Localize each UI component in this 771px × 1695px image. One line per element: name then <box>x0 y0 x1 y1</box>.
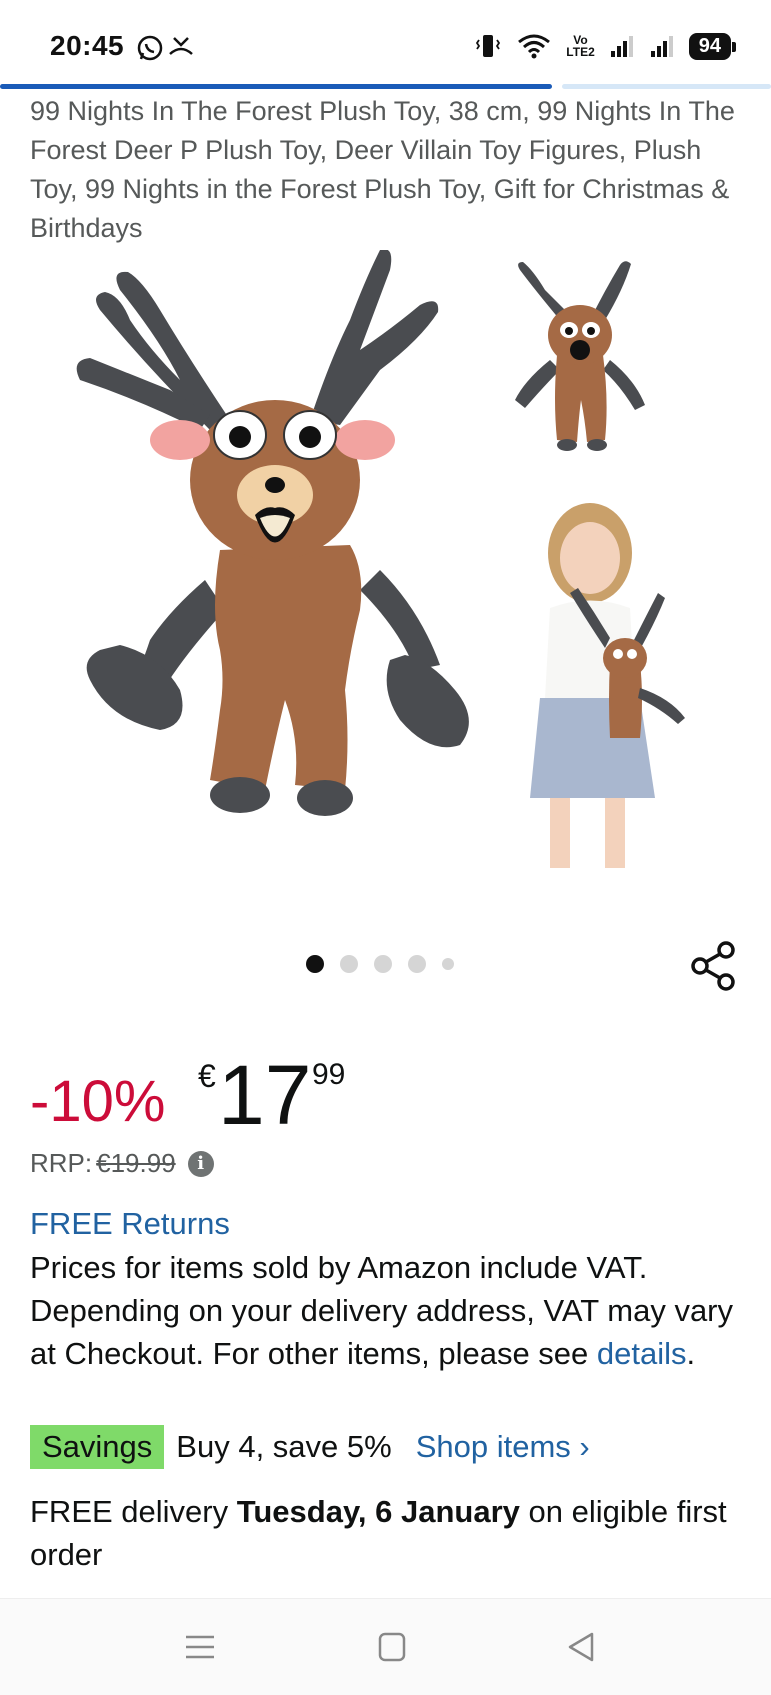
wifi-icon <box>518 34 551 59</box>
vat-notice-end: . <box>686 1336 696 1371</box>
info-icon[interactable]: i <box>187 1150 214 1177</box>
signal-icon <box>650 36 673 57</box>
details-link[interactable]: details <box>597 1336 687 1371</box>
product-image-main[interactable] <box>60 250 520 870</box>
rrp-label: RRP: <box>30 1148 93 1178</box>
carousel-dot[interactable] <box>374 955 392 973</box>
menu-icon[interactable] <box>180 1629 220 1665</box>
status-bar: 20:45 Vo LTE2 94 <box>0 0 771 84</box>
vibrate-icon <box>476 35 501 57</box>
vat-notice: Prices for items sold by Amazon include … <box>30 1246 750 1375</box>
carousel-dot[interactable] <box>306 955 324 973</box>
system-navigation-bar <box>0 1598 771 1695</box>
progress-track <box>562 84 771 89</box>
delivery-date: Tuesday, 6 January <box>236 1494 520 1529</box>
signal-icon <box>610 36 633 57</box>
carousel-dot[interactable] <box>340 955 358 973</box>
savings-text: Buy 4, save 5% <box>176 1429 392 1464</box>
free-returns-link[interactable]: FREE Returns <box>30 1206 230 1242</box>
price-fraction: 99 <box>312 1058 346 1091</box>
rrp-row: RRP: €19.99 i <box>30 1148 214 1179</box>
product-image-thumbnail[interactable] <box>505 250 665 480</box>
product-image-lifestyle[interactable] <box>510 498 700 878</box>
delivery-prefix: FREE delivery <box>30 1494 237 1529</box>
price-currency: € <box>198 1058 216 1094</box>
page-load-progress <box>0 84 771 90</box>
shop-items-link[interactable]: Shop items › <box>416 1429 590 1465</box>
image-carousel-indicator <box>306 955 454 973</box>
status-icons: Vo LTE2 94 <box>474 32 737 60</box>
whatsapp-icon <box>137 35 163 61</box>
home-icon[interactable] <box>372 1629 412 1665</box>
savings-row: Savings Buy 4, save 5% Shop items › <box>30 1425 590 1469</box>
savings-badge: Savings <box>30 1425 165 1469</box>
chevron-right-icon: › <box>579 1429 590 1464</box>
discount-percentage: -10% <box>30 1069 166 1134</box>
progress-fill <box>0 84 552 89</box>
back-icon[interactable] <box>562 1629 602 1665</box>
share-icon[interactable] <box>690 940 738 992</box>
rrp-value: €19.99 <box>96 1148 176 1178</box>
volte-label: Vo LTE2 <box>566 33 595 59</box>
shop-items-label: Shop items <box>415 1429 571 1464</box>
delivery-info: FREE delivery Tuesday, 6 January on elig… <box>30 1490 750 1576</box>
price-whole: 17 <box>218 1048 312 1142</box>
status-time: 20:45 <box>50 30 125 61</box>
battery-icon: 94 <box>688 32 737 60</box>
product-title[interactable]: 99 Nights In The Forest Plush Toy, 38 cm… <box>30 92 750 248</box>
missed-call-icon <box>169 37 193 55</box>
carousel-dot[interactable] <box>442 958 454 970</box>
carousel-dot[interactable] <box>408 955 426 973</box>
